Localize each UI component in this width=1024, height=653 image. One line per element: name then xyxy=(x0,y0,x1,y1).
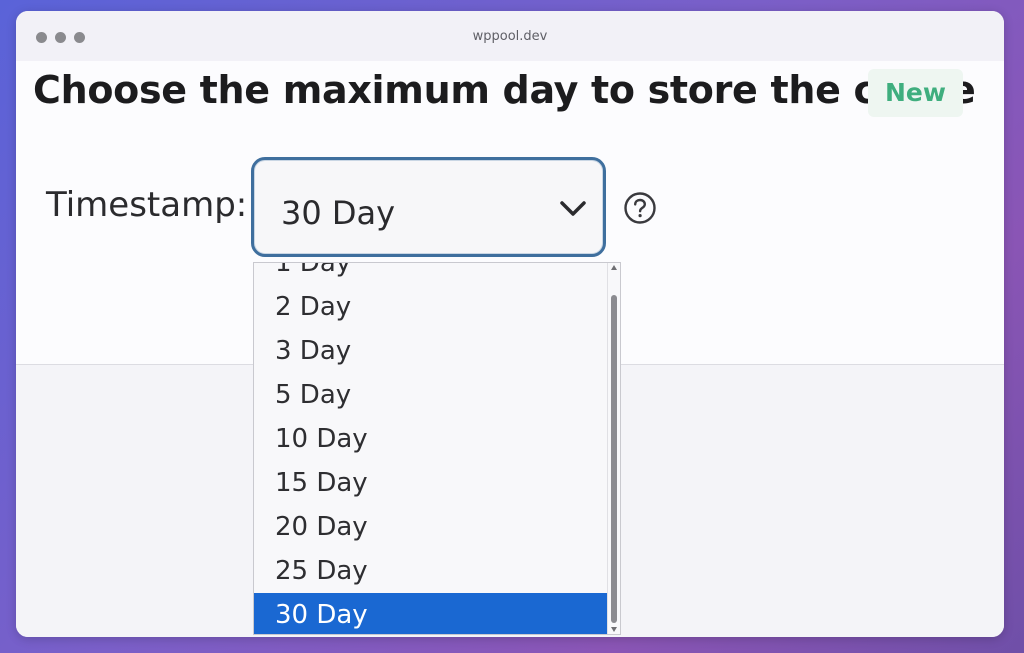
dropdown-option[interactable]: 15 Day xyxy=(254,461,610,505)
dropdown-option[interactable]: 2 Day xyxy=(254,285,610,329)
dropdown-option[interactable]: 3 Day xyxy=(254,329,610,373)
browser-window: wppool.dev Choose the maximum day to sto… xyxy=(16,11,1004,637)
chevron-down-icon xyxy=(560,201,586,216)
dropdown-option[interactable]: 1 Day xyxy=(254,263,610,285)
address-url: wppool.dev xyxy=(472,29,548,44)
scroll-down-arrow-icon[interactable] xyxy=(611,627,617,632)
dropdown-option[interactable]: 5 Day xyxy=(254,373,610,417)
dropdown-option[interactable]: 20 Day xyxy=(254,505,610,549)
dropdown-option[interactable]: 30 Day xyxy=(254,593,610,634)
dropdown-option[interactable]: 25 Day xyxy=(254,549,610,593)
timestamp-select-value: 30 Day xyxy=(281,194,396,232)
question-circle-icon[interactable] xyxy=(623,191,657,225)
scrollbar-thumb[interactable] xyxy=(611,295,617,623)
dropdown-option[interactable]: 10 Day xyxy=(254,417,610,461)
window-titlebar: wppool.dev xyxy=(16,11,1004,61)
timestamp-select[interactable]: 30 Day xyxy=(251,157,606,257)
timestamp-label: Timestamp: xyxy=(46,185,248,225)
timestamp-dropdown-list[interactable]: 1 Day 2 Day 3 Day 5 Day 10 Day 15 Day 20 Day 25… xyxy=(253,262,621,635)
new-badge: New xyxy=(868,69,963,117)
dropdown-scrollbar[interactable] xyxy=(607,263,620,634)
scroll-up-arrow-icon[interactable] xyxy=(611,265,617,270)
page-title: Choose the maximum day to store the cach… xyxy=(33,68,976,112)
